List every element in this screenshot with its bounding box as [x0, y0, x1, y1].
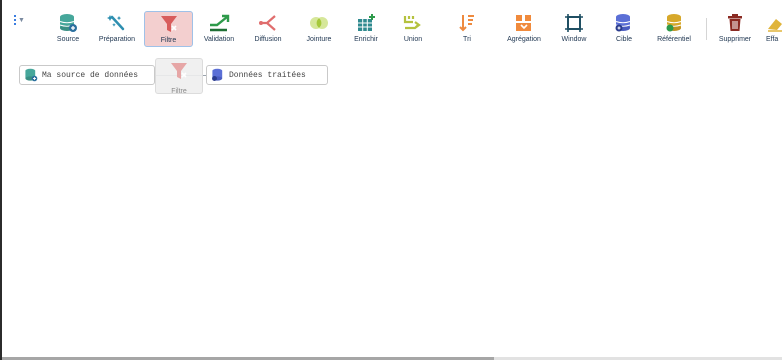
toolbar-menu-button[interactable]: ▼ — [14, 13, 36, 27]
tool-source-label: Source — [56, 36, 80, 43]
tool-validation-label: Validation — [203, 36, 235, 43]
tool-source-button[interactable]: Source — [51, 11, 85, 47]
tool-window-button[interactable]: Window — [556, 11, 592, 47]
vertical-dots-icon — [14, 15, 16, 25]
tool-diffusion-button[interactable]: Diffusion — [248, 11, 288, 47]
target-node[interactable]: Données traitées — [206, 65, 328, 85]
tool-enrichir-button[interactable]: Enrichir — [346, 11, 386, 47]
aggregate-icon — [514, 13, 534, 33]
magic-wand-icon — [107, 13, 127, 33]
tool-union-label: Union — [403, 36, 423, 43]
tool-preparation-label: Préparation — [98, 36, 136, 43]
join-circles-icon — [308, 13, 330, 33]
tool-effacer-button[interactable]: Effa — [766, 11, 782, 47]
filter-icon — [170, 61, 188, 86]
database-reference-icon — [665, 13, 683, 33]
database-add-icon — [59, 13, 77, 33]
source-node[interactable]: Ma source de données — [19, 65, 155, 85]
tool-tri-button[interactable]: Tri — [456, 11, 478, 47]
tool-enrichir-label: Enrichir — [354, 36, 378, 43]
sort-icon — [458, 13, 476, 33]
filter-icon — [160, 14, 178, 34]
tool-preparation-button[interactable]: Préparation — [94, 11, 140, 47]
tool-union-button[interactable]: Union — [397, 11, 429, 47]
drag-ghost-filtre: Filtre — [155, 58, 203, 95]
table-add-icon — [356, 13, 376, 33]
tool-window-label: Window — [561, 36, 587, 43]
tool-tri-label: Tri — [463, 36, 471, 43]
tool-filtre-label: Filtre — [160, 37, 177, 44]
tool-supprimer-button[interactable]: Supprimer — [713, 11, 757, 47]
tool-agregation-button[interactable]: Agrégation — [501, 11, 547, 47]
toolbar: ▼ Source Préparation Filtre Validation D… — [2, 0, 782, 50]
tool-referentiel-label: Référentiel — [657, 36, 691, 43]
validation-arrow-icon — [208, 13, 230, 33]
tool-cible-button[interactable]: Cible — [609, 11, 639, 47]
trash-icon — [726, 13, 744, 33]
tool-agregation-label: Agrégation — [507, 36, 541, 43]
tool-supprimer-label: Supprimer — [718, 36, 752, 43]
chevron-down-icon: ▼ — [18, 16, 25, 24]
tool-diffusion-label: Diffusion — [254, 36, 282, 43]
tool-jointure-label: Jointure — [306, 36, 332, 43]
tool-filtre-button[interactable]: Filtre — [144, 11, 193, 47]
eraser-icon — [766, 13, 782, 33]
target-node-label: Données traitées — [229, 70, 306, 80]
drag-ghost-label: Filtre — [171, 88, 187, 95]
merge-icon — [402, 13, 424, 33]
tool-validation-button[interactable]: Validation — [200, 11, 238, 47]
workflow-canvas[interactable] — [2, 50, 782, 360]
tool-effacer-label: Effa — [766, 36, 779, 43]
database-add-icon — [24, 68, 38, 82]
toolbar-separator — [706, 18, 707, 40]
fork-icon — [257, 13, 279, 33]
window-icon — [564, 13, 584, 33]
tool-cible-label: Cible — [616, 36, 632, 43]
database-target-icon — [211, 68, 225, 82]
tool-referentiel-button[interactable]: Référentiel — [651, 11, 697, 47]
tool-jointure-button[interactable]: Jointure — [300, 11, 338, 47]
database-target-icon — [615, 13, 633, 33]
source-node-label: Ma source de données — [42, 70, 139, 80]
